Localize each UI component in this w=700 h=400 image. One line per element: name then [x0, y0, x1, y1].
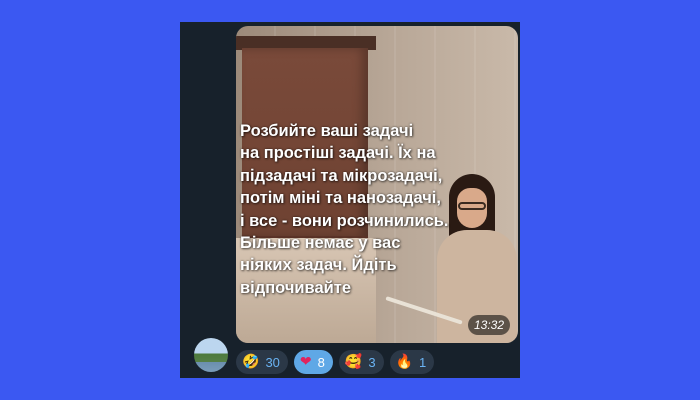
reaction-count: 8 [317, 354, 325, 370]
sender-avatar[interactable] [194, 338, 228, 372]
rofl-emoji-icon: 🤣 [242, 354, 260, 370]
reaction-count: 1 [418, 354, 427, 370]
reaction-count: 30 [265, 354, 280, 370]
reaction-count: 3 [368, 354, 376, 370]
reaction-fire[interactable]: 🔥 1 [389, 350, 435, 374]
chat-panel: Розбийте ваші задачі на простіші задачі.… [180, 22, 520, 378]
fire-emoji-icon: 🔥 [395, 354, 413, 370]
heart-emoji-icon: ❤ [299, 354, 312, 370]
video-duration: 13:32 [467, 315, 510, 335]
video-caption: Розбийте ваші задачі на простіші задачі.… [240, 122, 449, 297]
reaction-smiling-hearts[interactable]: 🥰 3 [338, 350, 384, 374]
reaction-heart[interactable]: ❤ 8 [293, 350, 333, 374]
smiling-hearts-emoji-icon: 🥰 [344, 354, 363, 370]
video-message[interactable]: Розбийте ваші задачі на простіші задачі.… [236, 26, 518, 343]
reactions-bar: 🤣 30 ❤ 8 🥰 3 🔥 1 [236, 350, 435, 374]
reaction-rofl[interactable]: 🤣 30 [236, 350, 288, 374]
